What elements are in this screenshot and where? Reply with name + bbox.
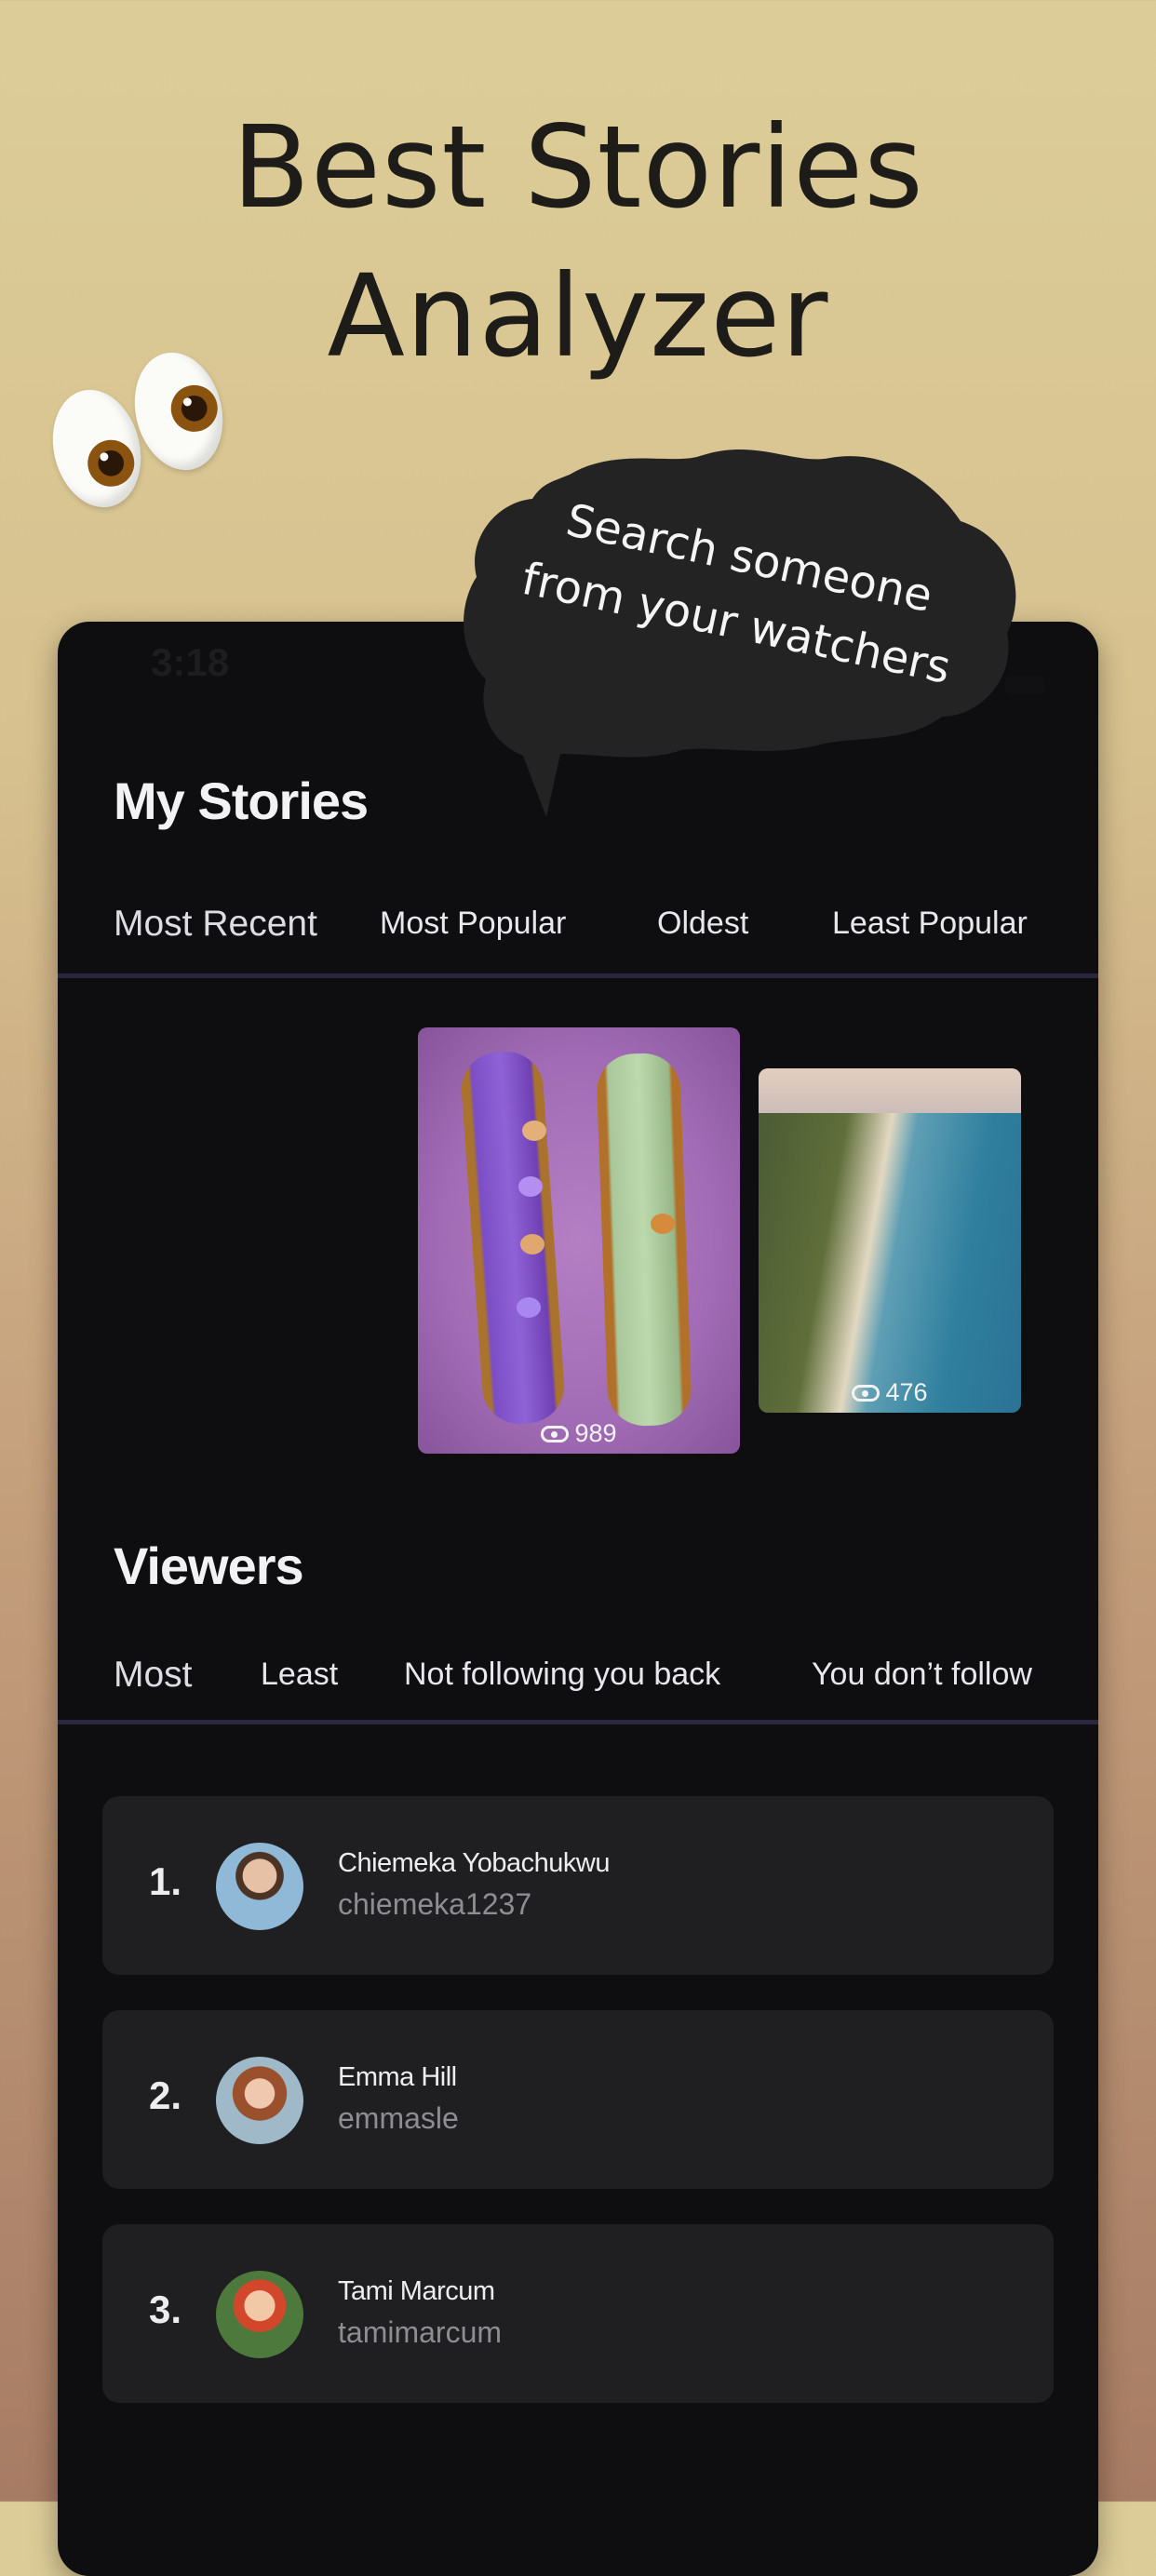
viewer-handle: chiemeka1237 xyxy=(338,1887,532,1921)
story-thumbnail[interactable]: 989 xyxy=(418,1027,740,1454)
tab-not-following-back[interactable]: Not following you back xyxy=(404,1657,720,1693)
viewer-rank: 1. xyxy=(149,1859,182,1903)
viewers-filter-tabs: Most Least Not following you back You do… xyxy=(58,1655,1098,1714)
story-thumbnail[interactable]: 476 xyxy=(759,1068,1021,1413)
phone-screen: 3:18 My Stories Most Recent Most Popular… xyxy=(58,622,1098,2576)
viewer-rank: 3. xyxy=(149,2288,182,2331)
viewer-name: Tami Marcum xyxy=(338,2276,495,2306)
tab-most-popular[interactable]: Most Popular xyxy=(380,906,566,942)
speech-bubble-callout: Search someone from your watchers xyxy=(458,437,1022,819)
viewer-row[interactable]: 1. Chiemeka Yobachukwu chiemeka1237 xyxy=(102,1796,1054,1975)
my-stories-title: My Stories xyxy=(114,771,369,830)
viewer-row[interactable]: 2. Emma Hill emmasle xyxy=(102,2010,1054,2189)
viewer-rank: 2. xyxy=(149,2073,182,2117)
story-views-value: 989 xyxy=(574,1419,617,1447)
viewers-tabs-divider xyxy=(58,1720,1098,1724)
story-view-count: 989 xyxy=(418,1419,740,1448)
tab-you-dont-follow[interactable]: You don’t follow xyxy=(812,1657,1032,1693)
tab-least[interactable]: Least xyxy=(261,1657,338,1693)
tab-least-popular[interactable]: Least Popular xyxy=(832,906,1028,942)
avatar xyxy=(216,2057,303,2144)
viewer-name: Chiemeka Yobachukwu xyxy=(338,1848,610,1878)
eclair-image xyxy=(596,1052,692,1428)
app-headline: Best Stories Analyzer xyxy=(0,93,1156,391)
tab-most[interactable]: Most xyxy=(114,1655,193,1696)
viewer-handle: tamimarcum xyxy=(338,2315,503,2349)
story-views-value: 476 xyxy=(885,1378,928,1406)
eye-icon xyxy=(541,1425,570,1442)
tab-oldest[interactable]: Oldest xyxy=(657,906,748,942)
stories-tabs-divider xyxy=(58,973,1098,978)
coast-image xyxy=(759,1068,1021,1113)
status-time: 3:18 xyxy=(151,640,230,684)
viewers-title: Viewers xyxy=(114,1536,304,1595)
avatar xyxy=(216,1843,303,1930)
viewer-name: Emma Hill xyxy=(338,2062,457,2092)
eclair-image xyxy=(459,1049,567,1427)
headline-line-1: Best Stories xyxy=(232,101,924,234)
viewer-handle: emmasle xyxy=(338,2101,459,2135)
stories-sort-tabs: Most Recent Most Popular Oldest Least Po… xyxy=(58,904,1098,963)
avatar xyxy=(216,2271,303,2358)
story-view-count: 476 xyxy=(759,1378,1021,1407)
eye-icon xyxy=(852,1384,880,1402)
viewer-row[interactable]: 3. Tami Marcum tamimarcum xyxy=(102,2224,1054,2403)
eyes-emoji-icon xyxy=(40,342,235,517)
tab-most-recent[interactable]: Most Recent xyxy=(114,904,317,945)
